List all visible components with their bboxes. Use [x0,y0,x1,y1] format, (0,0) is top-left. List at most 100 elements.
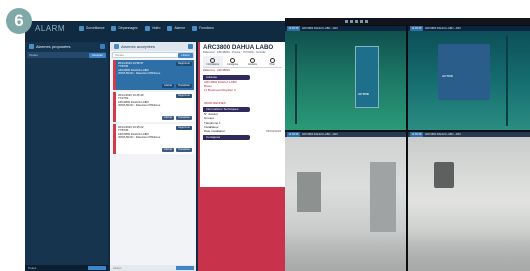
camera-time: 11:09:38 [287,132,300,137]
release-button[interactable]: Libérer [162,84,175,88]
camera-tile-1[interactable]: 11:09:38 ARC3800 DAHUA LABO - ARC ACTIVE [285,26,406,130]
camera-header: 11:09:38 ARC3800 DAHUA LABO - ARC [285,132,406,137]
menu-alarme[interactable]: Alarme [165,25,187,31]
camera-header: 11:09:38 ARC3800 DAHUA LABO - ARC [285,26,406,31]
tab-histo[interactable]: Histo [262,56,282,67]
alarm-card[interactable]: 26/11/2019 13:45:49 77/4763 ARC3800 DAHU… [113,92,194,122]
alarm-card[interactable]: 26/11/2019 13:35:22 77/8745 ARC3800 DAHU… [113,124,194,154]
cable-shape [506,36,508,126]
accepted-footer-button[interactable] [176,266,194,270]
proposed-filter[interactable]: Toutes Accepter [27,52,106,58]
camera-tile-3[interactable]: 11:09:38 ARC3800 DAHUA LABO - ARC [285,132,406,271]
tab-informations-label: Informations [206,63,220,66]
video-wall: 11:09:38 ARC3800 DAHUA LABO - ARC ACTIVE … [285,18,530,271]
delete-button[interactable]: Supprimer [176,126,192,130]
camera-time: 11:09:38 [410,132,423,137]
menu-video[interactable]: Vidéo [143,25,163,31]
detail-subtitle: Référence : ARC3800A [203,69,230,72]
camera-tile-4[interactable]: 11:09:38 ARC3800 DAHUA LABO - ARC [408,132,530,271]
app-logo: ALARM [35,23,66,33]
proposed-footer-button[interactable] [88,266,106,270]
proposed-alarms-header: Alarmes proposées [25,42,108,51]
menu-surveillance-label: Surveillance [86,26,105,30]
camera-tile-2[interactable]: 11:09:38 ARC3800 DAHUA LABO - ARC ACTIVE [408,26,530,130]
menu-fonctions-label: Fonctions [199,26,214,30]
menu-depannages[interactable]: Dépannages [109,25,139,31]
step-number-badge: 6 [6,8,32,34]
history-icon [269,57,275,63]
proposed-footer: Toutes [25,265,108,271]
menu-alarme-label: Alarme [174,26,186,30]
select-all-checkbox[interactable] [188,44,193,49]
tech-key: Date installation [204,129,226,134]
transfer-button[interactable]: Transférer [176,148,192,152]
layout-5-icon[interactable] [365,20,368,23]
alarm-list-icon [29,44,34,49]
proposed-alarms-title: Alarmes proposées [36,44,71,49]
proposed-filter-value: Toutes [29,53,38,57]
select-all-checkbox[interactable] [100,44,105,49]
release-all-button[interactable]: Libérer [178,52,193,58]
transfer-button[interactable]: Transférer [176,84,192,88]
consignes-section-header: Consignes [203,135,250,141]
layout-2-icon[interactable] [350,20,353,23]
alarm-actions: Libérer Transférer [162,116,192,120]
equipment-panel: ACTIVE [438,44,490,100]
menu-depannages-label: Dépannages [118,26,138,30]
room-floor [285,231,406,271]
main-menu: Surveillance Dépannages Vidéo Alarme Fon… [77,25,216,31]
detail-reference: Référence : ARC3800A - Priorité : 77/074… [203,51,266,54]
release-button[interactable]: Libérer [162,148,175,152]
release-button[interactable]: Libérer [162,116,175,120]
accepted-filter[interactable]: Toutes Libérer [112,52,194,58]
tab-histo-label: Histo [269,63,275,66]
camera-label: ARC3800 DAHUA LABO - ARC [424,27,462,30]
accepted-alarms-panel: Alarmes acceptées Toutes Libérer 26/11/2… [110,42,196,271]
menu-fonctions[interactable]: Fonctions [190,25,216,31]
accepted-filter-value: Toutes [115,53,124,57]
cable-shape [295,44,297,124]
alarm-detail: INTRUSION - Détection PIR/Zone [118,72,161,75]
address-line: 35000 RENNES [204,101,226,106]
tab-contacts[interactable]: Contacts [243,56,263,67]
menu-surveillance[interactable]: Surveillance [77,25,106,31]
camera-header: 11:09:38 ARC3800 DAHUA LABO - ARC [408,26,530,31]
clipboard-icon [230,57,236,63]
panel-text: ACTIVE [442,74,454,78]
room-shelf [297,172,321,212]
camera-label: ARC3800 DAHUA LABO - ARC [301,27,339,30]
tab-informations[interactable]: Informations [203,56,223,67]
layout-3-icon[interactable] [355,20,358,23]
detail-title: ARC3800 DAHUA LABO [203,44,274,51]
accepted-footer-label: Libérer [113,266,122,270]
camera-time: 11:09:38 [410,26,423,31]
alarm-detail: INTRUSION - Détection PIR/Zone [118,136,161,139]
alarm-card[interactable]: 26/11/2019 13:58:37 77/8745 ARC3800 DAHU… [113,60,194,90]
list-icon [192,25,198,31]
layout-4-icon[interactable] [360,20,363,23]
delete-button[interactable]: Supprimer [176,94,192,98]
equipment-panel: ACTIVE [355,46,379,108]
camera-time: 11:09:38 [287,26,300,31]
delete-button[interactable]: Supprimer [176,62,192,66]
transfer-button[interactable]: Transférer [176,116,192,120]
accepted-footer: Libérer [110,265,196,271]
alarm-actions: Libérer Transférer [162,84,192,88]
tab-contacts-label: Contacts [247,63,257,66]
monitor-icon [79,25,84,31]
accepted-alarms-title: Alarmes acceptées [121,44,156,49]
contacts-icon [249,57,255,63]
alarm-detail-panel: ARC3800 DAHUA LABO Référence : ARC3800A … [198,42,285,271]
layout-1-icon[interactable] [345,20,348,23]
proposed-footer-label: Toutes [28,266,37,270]
alarm-actions: Libérer Transférer [162,148,192,152]
room-floor [408,231,530,271]
accept-button[interactable]: Accepter [88,52,106,58]
top-menu-bar: ALARM Surveillance Dépannages Vidéo Alar… [25,21,285,35]
alarm-detail: INTRUSION - Détection PIR/Zone [118,104,161,107]
accepted-alarms-header: Alarmes acceptées [110,42,196,51]
alarm-app-window: ALARM Surveillance Dépannages Vidéo Alar… [25,21,285,271]
menu-video-label: Vidéo [151,26,161,30]
tab-consignes[interactable]: Consignes [223,56,243,67]
tech-row: Date installation 03/03/2019 [200,129,285,133]
